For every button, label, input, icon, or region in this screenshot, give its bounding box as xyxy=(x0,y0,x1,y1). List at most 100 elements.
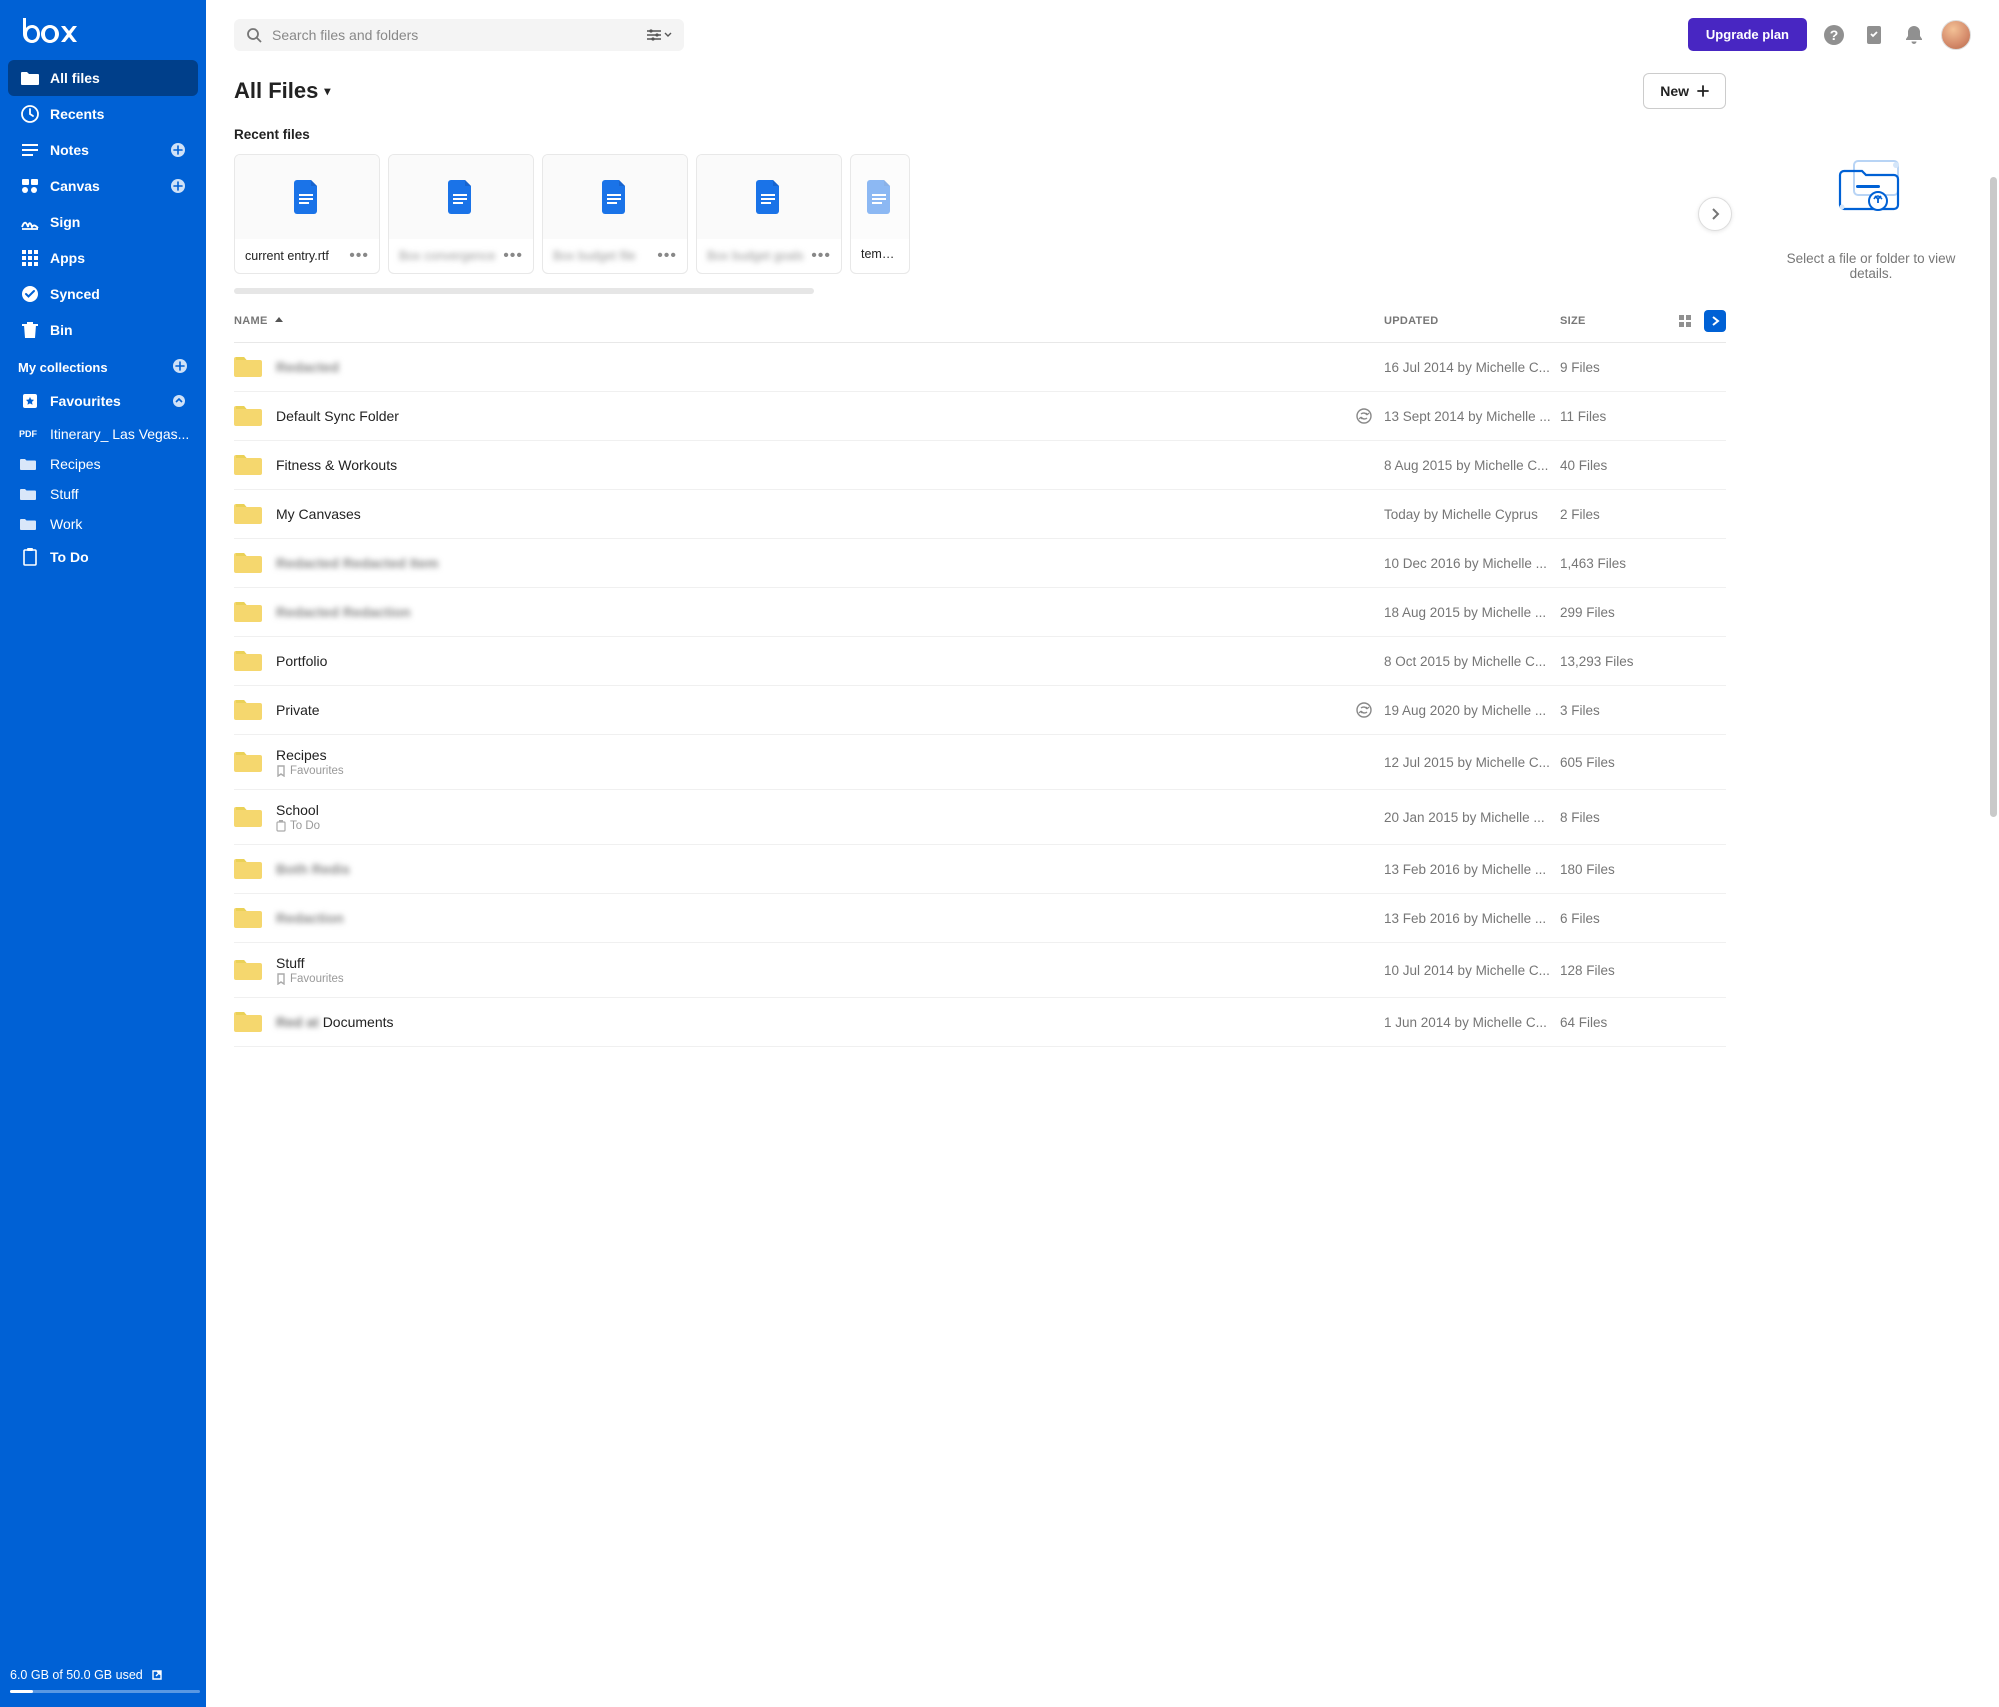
select-file-illustration xyxy=(1836,151,1906,221)
file-thumb xyxy=(697,155,841,239)
column-name-sort[interactable]: NAME xyxy=(234,315,1360,327)
apps-icon xyxy=(20,248,40,268)
nav-recents[interactable]: Recents xyxy=(8,96,198,132)
file-tag: Favourites xyxy=(276,973,1352,985)
file-tag: Favourites xyxy=(276,765,1352,777)
nav-apps[interactable]: Apps xyxy=(8,240,198,276)
folder-icon xyxy=(234,600,262,624)
recent-file-card[interactable]: current entry.rtf ••• xyxy=(234,154,380,274)
nav-label: Recents xyxy=(50,106,104,122)
folder-icon xyxy=(234,1010,262,1034)
file-name: Redaction xyxy=(276,910,1352,926)
panel-view-toggle[interactable] xyxy=(1704,310,1726,332)
file-updated: 16 Jul 2014 by Michelle C... xyxy=(1384,360,1560,375)
fav-item-work[interactable]: Work xyxy=(0,509,206,539)
nav-todo[interactable]: To Do xyxy=(8,539,198,575)
add-canvas-icon[interactable] xyxy=(170,178,186,194)
folder-icon xyxy=(18,518,38,530)
recent-file-name: Box convergence xyxy=(399,249,496,263)
grid-view-toggle[interactable] xyxy=(1674,310,1696,332)
folder-icon xyxy=(234,551,262,575)
clock-icon xyxy=(20,104,40,124)
file-name: Fitness & Workouts xyxy=(276,457,1352,473)
file-row[interactable]: StuffFavourites 10 Jul 2014 by Michelle … xyxy=(234,943,1726,998)
file-row[interactable]: Redaction 13 Feb 2016 by Michelle ... 6 … xyxy=(234,894,1726,943)
file-row[interactable]: My Canvases Today by Michelle Cyprus 2 F… xyxy=(234,490,1726,539)
page-title-dropdown[interactable]: All Files ▾ xyxy=(234,78,330,104)
chevron-down-icon xyxy=(664,31,672,39)
folder-icon xyxy=(20,68,40,88)
fav-item-recipes[interactable]: Recipes xyxy=(0,449,206,479)
more-icon[interactable]: ••• xyxy=(811,247,831,265)
search-box[interactable] xyxy=(234,19,684,51)
nav-all-files[interactable]: All files xyxy=(8,60,198,96)
storage-indicator[interactable]: 6.0 GB of 50.0 GB used xyxy=(0,1658,206,1707)
new-button[interactable]: New xyxy=(1643,73,1726,109)
file-row[interactable]: Portfolio 8 Oct 2015 by Michelle C... 13… xyxy=(234,637,1726,686)
search-filter-button[interactable] xyxy=(646,28,672,42)
more-icon[interactable]: ••• xyxy=(349,247,369,265)
file-name: Private xyxy=(276,702,1352,718)
star-icon xyxy=(20,391,40,411)
recent-scrollbar[interactable] xyxy=(234,288,814,294)
file-row[interactable]: SchoolTo Do 20 Jan 2015 by Michelle ... … xyxy=(234,790,1726,845)
folder-icon xyxy=(234,649,262,673)
sync-icon xyxy=(1352,408,1376,424)
collections-header[interactable]: My collections xyxy=(0,348,206,383)
column-updated[interactable]: UPDATED xyxy=(1384,315,1560,327)
file-row[interactable]: Default Sync Folder 13 Sept 2014 by Mich… xyxy=(234,392,1726,441)
user-avatar[interactable] xyxy=(1941,20,1971,50)
more-icon[interactable]: ••• xyxy=(657,247,677,265)
recent-file-card[interactable]: Box budget goals ••• xyxy=(696,154,842,274)
search-input[interactable] xyxy=(272,27,646,43)
recent-files-carousel: current entry.rtf••• Box convergence••• … xyxy=(234,154,1726,274)
file-row[interactable]: Private 19 Aug 2020 by Michelle ... 3 Fi… xyxy=(234,686,1726,735)
nav-label: Synced xyxy=(50,286,100,302)
nav-sign[interactable]: Sign xyxy=(8,204,198,240)
column-size[interactable]: SIZE xyxy=(1560,315,1670,327)
nav-label: Apps xyxy=(50,250,85,266)
file-updated: 18 Aug 2015 by Michelle ... xyxy=(1384,605,1560,620)
notifications-button[interactable] xyxy=(1901,22,1927,48)
add-collection-icon[interactable] xyxy=(172,358,188,377)
search-icon xyxy=(246,27,262,43)
nav-canvas[interactable]: Canvas xyxy=(8,168,198,204)
file-thumb xyxy=(851,155,909,239)
fav-item-itinerary[interactable]: PDF Itinerary_ Las Vegas... xyxy=(0,419,206,449)
file-name: Stuff xyxy=(276,955,1352,971)
recent-file-name: Box budget goals xyxy=(707,249,804,263)
svg-text:?: ? xyxy=(1830,27,1839,43)
recent-file-name: template xyxy=(861,247,899,261)
nav-bin[interactable]: Bin xyxy=(8,312,198,348)
carousel-next-button[interactable] xyxy=(1698,197,1732,231)
file-row[interactable]: Redacted 16 Jul 2014 by Michelle C... 9 … xyxy=(234,343,1726,392)
add-note-icon[interactable] xyxy=(170,142,186,158)
tasks-button[interactable] xyxy=(1861,22,1887,48)
nav-favourites[interactable]: Favourites xyxy=(8,383,198,419)
chevron-up-icon[interactable] xyxy=(172,394,186,408)
file-row[interactable]: Red at Documents 1 Jun 2014 by Michelle … xyxy=(234,998,1726,1047)
sort-asc-icon xyxy=(274,316,284,326)
recent-file-card[interactable]: Box convergence ••• xyxy=(388,154,534,274)
file-row[interactable]: RecipesFavourites 12 Jul 2015 by Michell… xyxy=(234,735,1726,790)
file-size: 605 Files xyxy=(1560,755,1670,770)
recent-file-card[interactable]: template xyxy=(850,154,910,274)
file-size: 299 Files xyxy=(1560,605,1670,620)
fav-item-stuff[interactable]: Stuff xyxy=(0,479,206,509)
nav-synced[interactable]: Synced xyxy=(8,276,198,312)
file-row[interactable]: Redacted Redaction 18 Aug 2015 by Michel… xyxy=(234,588,1726,637)
file-updated: Today by Michelle Cyprus xyxy=(1384,507,1560,522)
file-thumb xyxy=(543,155,687,239)
nav-notes[interactable]: Notes xyxy=(8,132,198,168)
folder-icon xyxy=(234,906,262,930)
box-logo[interactable] xyxy=(0,0,206,60)
more-icon[interactable]: ••• xyxy=(503,247,523,265)
upgrade-button[interactable]: Upgrade plan xyxy=(1688,18,1807,51)
recent-file-card[interactable]: Box budget file••• xyxy=(542,154,688,274)
file-row[interactable]: Both Redis 13 Feb 2016 by Michelle ... 1… xyxy=(234,845,1726,894)
file-row[interactable]: Fitness & Workouts 8 Aug 2015 by Michell… xyxy=(234,441,1726,490)
vertical-scrollbar[interactable] xyxy=(1988,61,1999,1707)
file-row[interactable]: Redacted Redacted Item 10 Dec 2016 by Mi… xyxy=(234,539,1726,588)
recent-file-name: current entry.rtf xyxy=(245,249,329,263)
help-button[interactable]: ? xyxy=(1821,22,1847,48)
